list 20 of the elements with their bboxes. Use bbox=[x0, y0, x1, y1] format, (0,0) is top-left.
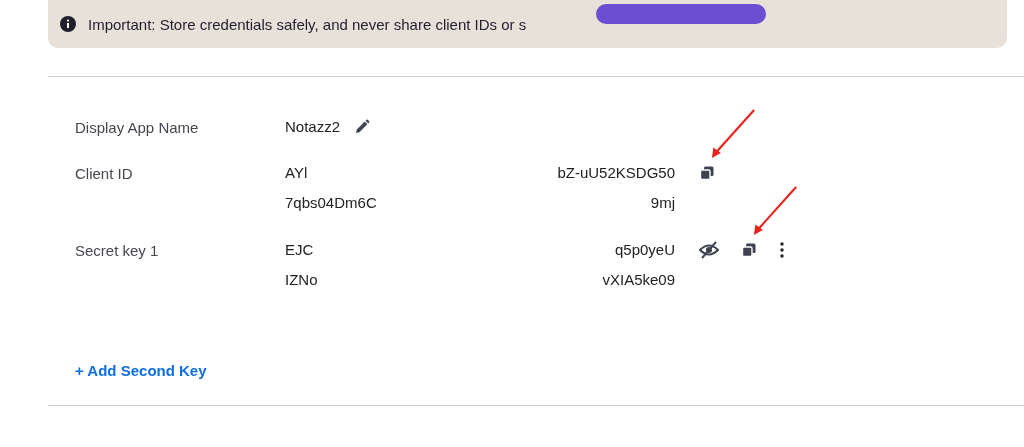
pencil-icon[interactable] bbox=[354, 119, 371, 135]
field-label: Display App Name bbox=[75, 118, 200, 137]
field-label: Secret key 1 bbox=[75, 241, 160, 261]
credential-text: EJC bbox=[285, 240, 314, 260]
credential-text: 7qbs04Dm6C bbox=[285, 193, 377, 213]
credential-text: IZNo bbox=[285, 270, 318, 290]
credential-text: AYl bbox=[285, 163, 308, 183]
info-icon bbox=[60, 16, 76, 32]
copy-icon[interactable] bbox=[741, 242, 757, 258]
notice-text: Important: Store credentials safely, and never share client IDs or s bbox=[88, 15, 527, 33]
copy-icon[interactable] bbox=[699, 165, 715, 181]
add-key-link[interactable]: + Add Second Key bbox=[75, 362, 207, 379]
more-icon[interactable] bbox=[779, 242, 785, 258]
credential-text: q5p0yeU bbox=[614, 240, 675, 260]
credential-text: bZ-uU52KSDG50 bbox=[557, 163, 675, 183]
eye-slash-icon[interactable] bbox=[699, 241, 719, 259]
credential-text: 9mj bbox=[650, 193, 675, 213]
credential-text: vXIA5ke09 bbox=[602, 270, 675, 290]
field-label: Client ID bbox=[75, 164, 134, 184]
app-name: Notazz2 bbox=[285, 117, 341, 137]
